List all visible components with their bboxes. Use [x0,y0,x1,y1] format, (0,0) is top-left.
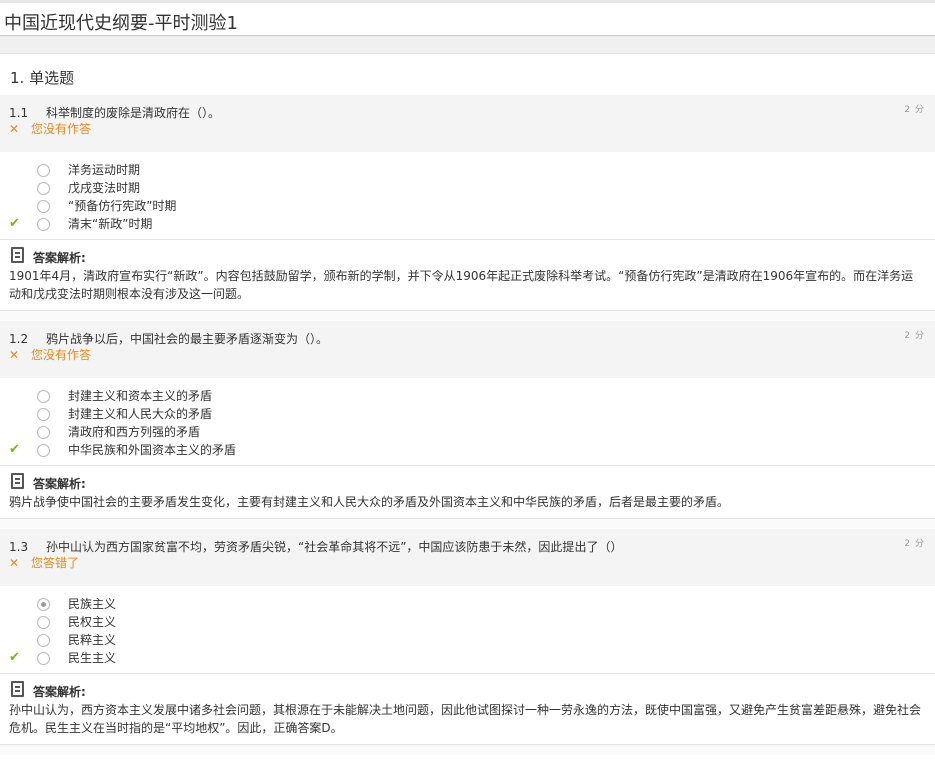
question-text: 科举制度的废除是清政府在（）。 [46,106,221,120]
question-list: 1.1 科举制度的废除是清政府在（）。 2 分 ✕ 您没有作答 洋务运动时期 戊戌变法时期 “… [0,95,935,755]
document-icon [11,473,24,489]
question-score: 2 分 [904,331,925,341]
option-list: 民族主义民权主义民粹主义 ✔ 民生主义 [0,586,935,673]
correct-check-icon: ✔ [9,650,20,665]
question-block: 1.2 鸦片战争以后，中国社会的最主要矛盾逐渐变为（）。 2 分 ✕ 您没有作答封建主义… [0,321,935,529]
option-radio[interactable] [37,634,50,647]
analysis-header: 答案解析: [9,247,923,265]
wrong-icon: ✕ [9,348,20,362]
answer-status-label: 您没有作答 [31,348,92,362]
option-item[interactable]: 戊戌变法时期 [0,179,935,197]
option-item[interactable]: ✔ 民生主义 [0,649,935,667]
option-label: 民生主义 [68,651,117,665]
option-item[interactable]: ✔ 清末“新政”时期 [0,215,935,233]
question-number: 1.2 [9,332,29,346]
option-label: 民权主义 [68,615,117,629]
option-item[interactable]: 民族主义 [0,595,935,613]
option-item[interactable]: 封建主义和资本主义的矛盾 [0,387,935,405]
question-number: 1.3 [9,540,29,554]
option-item[interactable]: 封建主义和人民大众的矛盾 [0,405,935,423]
question-block: 1.1 科举制度的废除是清政府在（）。 2 分 ✕ 您没有作答洋务运动时期 戊戌变法时期 “… [0,95,935,321]
option-item[interactable]: 洋务运动时期 [0,161,935,179]
question-block: 1.3 孙中山认为西方国家贫富不均，劳资矛盾尖锐，“社会革命其将不远”，中国应该防… [0,529,935,755]
option-radio[interactable] [37,444,50,457]
question-score: 2 分 [904,539,925,549]
option-item[interactable]: 民粹主义 [0,631,935,649]
option-label: 清末“新政”时期 [68,217,153,231]
option-radio[interactable] [37,390,50,403]
question-text: 孙中山认为西方国家贫富不均，劳资矛盾尖锐，“社会革命其将不远”，中国应该防患于未… [46,540,623,554]
correct-check-icon: ✔ [9,442,20,457]
option-label: 封建主义和资本主义的矛盾 [68,389,213,403]
answer-status: ✕ 您没有作答 [9,346,91,363]
option-label: 戊戌变法时期 [68,181,141,195]
option-radio[interactable] [37,616,50,629]
analysis-title: 答案解析: [33,685,86,699]
wrong-icon: ✕ [9,122,20,136]
answer-status: ✕ 您没有作答 [9,120,91,137]
question-separator [0,519,935,529]
option-item[interactable]: 民权主义 [0,613,935,631]
analysis-title: 答案解析: [33,477,86,491]
option-list: 封建主义和资本主义的矛盾 封建主义和人民大众的矛盾 清政府和西方列强的矛盾 ✔ 中华民族… [0,378,935,465]
option-item[interactable]: ✔ 中华民族和外国资本主义的矛盾 [0,441,935,459]
question-separator [0,311,935,321]
analysis-header: 答案解析: [9,681,923,699]
analysis-title: 答案解析: [33,251,86,265]
option-radio[interactable] [37,408,50,421]
answer-analysis: 答案解析: 鸦片战争使中国社会的主要矛盾发生变化，主要有封建主义和人民大众的矛盾及… [0,465,935,519]
option-label: 民族主义 [68,597,117,611]
option-radio[interactable] [37,200,50,213]
option-radio[interactable] [37,426,50,439]
answer-analysis: 答案解析: 1901年4月，清政府宣布实行“新政”。内容包括鼓励留学，颁布新的学制… [0,239,935,311]
option-label: 封建主义和人民大众的矛盾 [68,407,213,421]
option-label: 洋务运动时期 [68,163,141,177]
option-item[interactable]: “预备仿行宪政”时期 [0,197,935,215]
question-score: 2 分 [904,105,925,115]
question-number: 1.1 [9,106,29,120]
question-header: 1.2 鸦片战争以后，中国社会的最主要矛盾逐渐变为（）。 2 分 ✕ 您没有作答 [0,321,935,378]
option-label: 清政府和西方列强的矛盾 [68,425,201,439]
page-title: 中国近现代史纲要-平时测验1 [0,3,935,36]
answer-status-label: 您答错了 [31,556,80,570]
option-label: “预备仿行宪政”时期 [68,199,177,213]
option-radio[interactable] [37,182,50,195]
option-radio[interactable] [37,164,50,177]
option-item[interactable]: 清政府和西方列强的矛盾 [0,423,935,441]
title-gap [0,36,935,53]
option-radio[interactable] [37,598,50,611]
option-radio[interactable] [37,218,50,231]
option-label: 中华民族和外国资本主义的矛盾 [68,443,237,457]
option-label: 民粹主义 [68,633,117,647]
answer-status-label: 您没有作答 [31,122,92,136]
analysis-text: 鸦片战争使中国社会的主要矛盾发生变化，主要有封建主义和人民大众的矛盾及外国资本主… [9,495,730,509]
option-list: 洋务运动时期 戊戌变法时期 “预备仿行宪政”时期 ✔ 清末“新政”时期 [0,152,935,239]
analysis-text: 孙中山认为，西方资本主义发展中诸多社会问题，其根源在于未能解决土地问题，因此他试… [9,703,922,735]
document-icon [11,681,24,697]
question-header: 1.3 孙中山认为西方国家贫富不均，劳资矛盾尖锐，“社会革命其将不远”，中国应该防… [0,529,935,586]
section-title: 1. 单选题 [0,53,935,95]
option-radio[interactable] [37,652,50,665]
wrong-icon: ✕ [9,556,20,570]
question-text: 鸦片战争以后，中国社会的最主要矛盾逐渐变为（）。 [46,332,329,346]
correct-check-icon: ✔ [9,216,20,231]
question-header: 1.1 科举制度的废除是清政府在（）。 2 分 ✕ 您没有作答 [0,95,935,152]
analysis-text: 1901年4月，清政府宣布实行“新政”。内容包括鼓励留学，颁布新的学制，并下令从… [9,269,914,301]
answer-analysis: 答案解析: 孙中山认为，西方资本主义发展中诸多社会问题，其根源在于未能解决土地问题… [0,673,935,745]
question-separator [0,745,935,755]
answer-status: ✕ 您答错了 [9,554,79,571]
document-icon [11,247,24,263]
analysis-header: 答案解析: [9,473,923,491]
